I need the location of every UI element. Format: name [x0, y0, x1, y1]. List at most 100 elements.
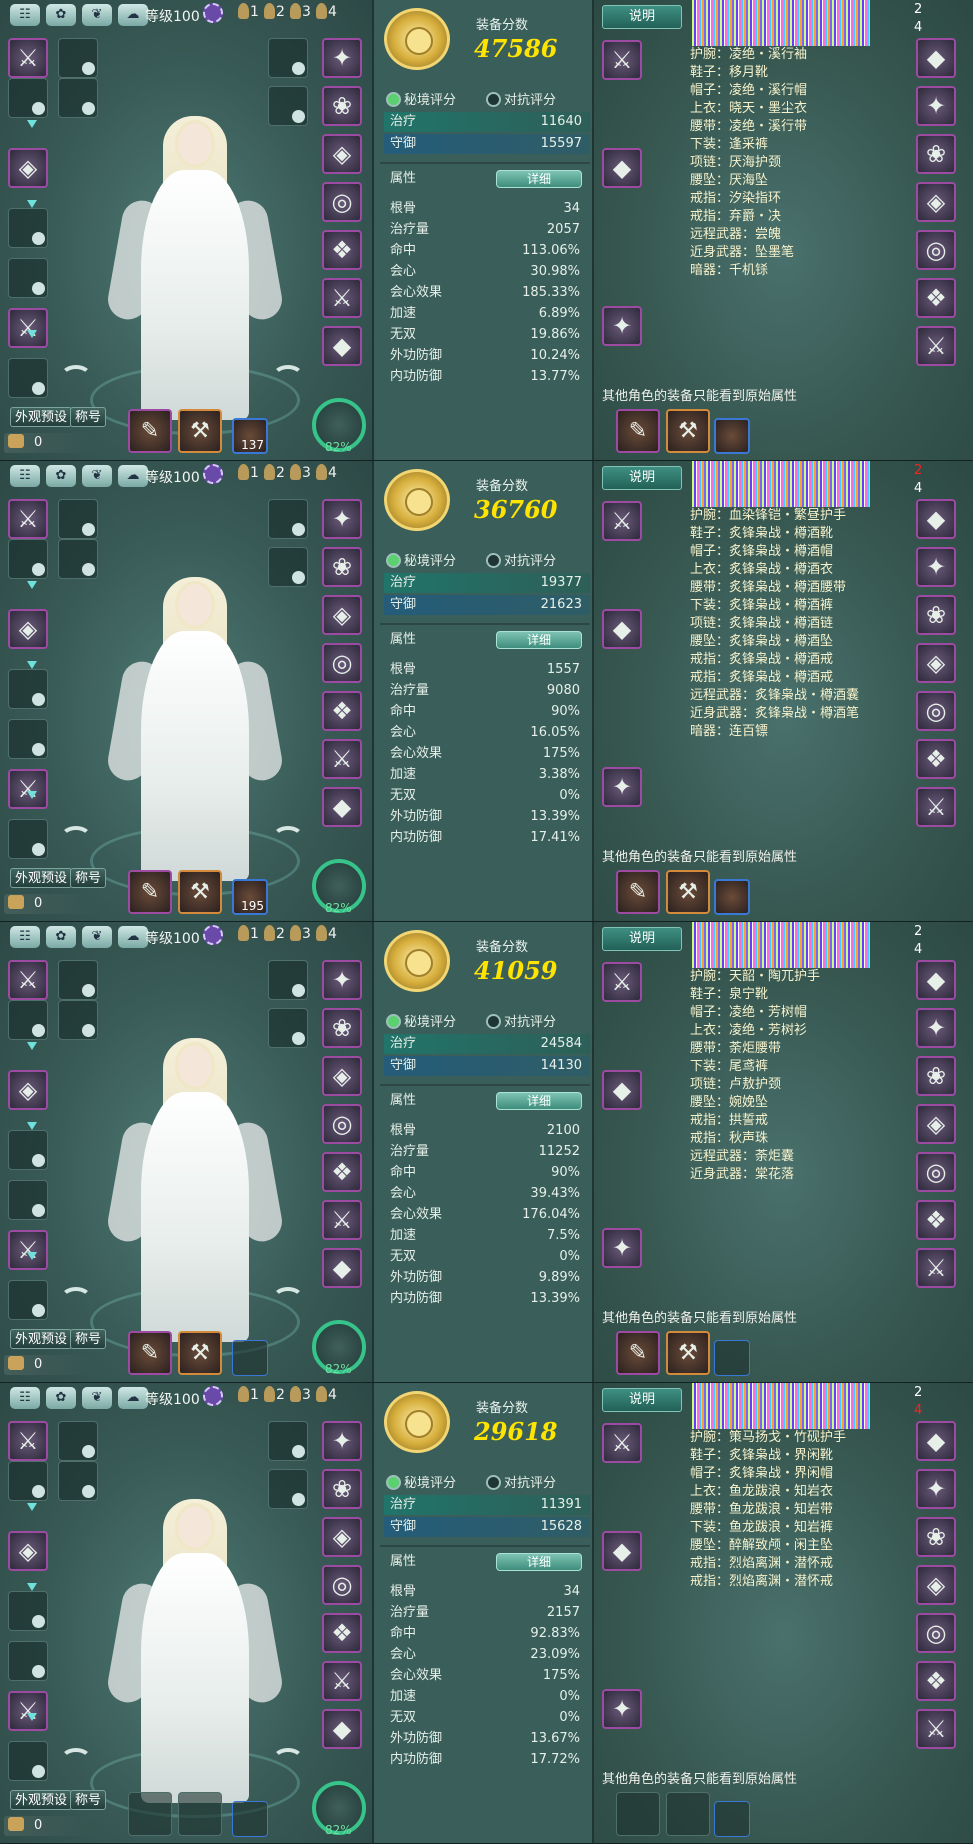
gear-slot[interactable]: ✦ [602, 1228, 642, 1268]
player-3-tab[interactable]: 3 [290, 464, 314, 488]
detail-button[interactable]: 详细 [496, 631, 582, 649]
gear-slot[interactable]: ✦ [916, 1008, 956, 1048]
radio-selected[interactable] [386, 1475, 401, 1490]
gear-slot[interactable]: ⚔ [322, 739, 362, 779]
radio-selected[interactable] [386, 1014, 401, 1029]
leaf-icon[interactable]: ✿ [46, 926, 76, 948]
gear-slot[interactable]: ❖ [322, 230, 362, 270]
player-2-tab[interactable]: 2 [264, 925, 288, 949]
weapon-slot[interactable]: ⚒ [666, 409, 710, 453]
gear-slot[interactable]: ✦ [322, 38, 362, 78]
rotate-right-icon[interactable] [272, 1287, 304, 1311]
gear-slot[interactable]: ❖ [916, 1661, 956, 1701]
gear-slot[interactable]: ❖ [916, 1200, 956, 1240]
weapon-slot[interactable]: ✎ [128, 1331, 172, 1375]
weapon-slot[interactable] [714, 1340, 750, 1376]
rotate-right-icon[interactable] [272, 1748, 304, 1772]
explain-button[interactable]: 说明 [602, 5, 682, 29]
hidden-weapon-slot[interactable]: 137 [232, 418, 268, 454]
player-4-tab[interactable]: 4 [316, 3, 340, 27]
detail-button[interactable]: 详细 [496, 1092, 582, 1110]
tab-secret-score[interactable]: 秘境评分 [386, 1011, 456, 1030]
weapon-slot[interactable] [616, 1792, 660, 1836]
empty-slot[interactable] [8, 1130, 48, 1170]
weapon-slot[interactable] [128, 1792, 172, 1836]
gear-slot[interactable]: ⚔ [602, 501, 642, 541]
gear-slot[interactable]: ◆ [916, 499, 956, 539]
radio-selected[interactable] [386, 553, 401, 568]
radio-unselected[interactable] [486, 92, 501, 107]
gear-slot[interactable]: ◆ [322, 326, 362, 366]
gear-slot[interactable]: ◈ [916, 1565, 956, 1605]
rotate-right-icon[interactable] [272, 365, 304, 389]
gear-slot[interactable]: ⚔ [8, 499, 48, 539]
empty-slot[interactable] [268, 1421, 308, 1461]
flower-icon[interactable]: ❦ [82, 926, 112, 948]
empty-slot[interactable] [8, 719, 48, 759]
tab-secret-score[interactable]: 秘境评分 [386, 89, 456, 108]
rotate-left-icon[interactable] [60, 1748, 92, 1772]
empty-slot[interactable] [58, 78, 98, 118]
player-4-tab[interactable]: 4 [316, 464, 340, 488]
title-button[interactable]: 称号 [70, 407, 107, 427]
tab-versus-score[interactable]: 对抗评分 [486, 1472, 556, 1491]
gear-slot[interactable]: ◈ [322, 134, 362, 174]
flower-icon[interactable]: ❦ [82, 4, 112, 26]
explain-button[interactable]: 说明 [602, 927, 682, 951]
detail-button[interactable]: 详细 [496, 170, 582, 188]
gear-slot[interactable]: ◆ [916, 960, 956, 1000]
gear-slot[interactable]: ⚔ [8, 38, 48, 78]
gear-slot[interactable]: ◆ [322, 1248, 362, 1288]
player-3-tab[interactable]: 3 [290, 3, 314, 27]
gear-slot[interactable]: ◎ [916, 1152, 956, 1192]
gear-slot[interactable]: ⚔ [322, 1661, 362, 1701]
gear-slot[interactable]: ◈ [8, 1070, 48, 1110]
gear-slot[interactable]: ❖ [916, 278, 956, 318]
weapon-slot[interactable]: ✎ [616, 870, 660, 914]
gear-slot[interactable]: ◎ [916, 691, 956, 731]
gear-slot[interactable]: ◈ [8, 148, 48, 188]
gear-slot[interactable]: ✦ [322, 499, 362, 539]
gear-slot[interactable]: ◎ [322, 182, 362, 222]
gear-slot[interactable]: ❀ [322, 547, 362, 587]
empty-slot[interactable] [8, 258, 48, 298]
radio-unselected[interactable] [486, 553, 501, 568]
gear-slot[interactable]: ◆ [322, 1709, 362, 1749]
empty-slot[interactable] [268, 86, 308, 126]
empty-slot[interactable] [58, 539, 98, 579]
hidden-weapon-slot[interactable] [232, 1801, 268, 1837]
gear-slot[interactable]: ✦ [916, 547, 956, 587]
gear-slot[interactable]: ✦ [322, 1421, 362, 1461]
empty-slot[interactable] [8, 1180, 48, 1220]
weapon-slot[interactable]: ⚒ [178, 870, 222, 914]
gear-slot[interactable]: ✦ [322, 960, 362, 1000]
player-3-tab[interactable]: 3 [290, 1386, 314, 1410]
rotate-left-icon[interactable] [60, 826, 92, 850]
appearance-preset-button[interactable]: 外观预设 [10, 407, 73, 427]
player-3-tab[interactable]: 3 [290, 925, 314, 949]
weapon-slot[interactable]: ⚒ [666, 870, 710, 914]
leaf-icon[interactable]: ✿ [46, 465, 76, 487]
gear-slot[interactable]: ❀ [916, 1056, 956, 1096]
wardrobe-icon[interactable]: ☷ [10, 1387, 40, 1409]
wardrobe-icon[interactable]: ☷ [10, 465, 40, 487]
gear-slot[interactable]: ⚔ [916, 326, 956, 366]
gear-slot[interactable]: ◆ [602, 148, 642, 188]
player-2-tab[interactable]: 2 [264, 3, 288, 27]
gear-slot[interactable]: ❖ [916, 739, 956, 779]
empty-slot[interactable] [8, 539, 48, 579]
gear-slot[interactable]: ◎ [916, 230, 956, 270]
empty-slot[interactable] [8, 819, 48, 859]
empty-slot[interactable] [268, 547, 308, 587]
gear-slot[interactable]: ✦ [916, 86, 956, 126]
empty-slot[interactable] [8, 1000, 48, 1040]
cloud-icon[interactable]: ☁ [118, 1387, 148, 1409]
empty-slot[interactable] [8, 1741, 48, 1781]
empty-slot[interactable] [268, 1008, 308, 1048]
gear-slot[interactable]: ◆ [602, 1070, 642, 1110]
gear-slot[interactable]: ❖ [322, 691, 362, 731]
empty-slot[interactable] [58, 1461, 98, 1501]
empty-slot[interactable] [8, 1461, 48, 1501]
empty-slot[interactable] [8, 208, 48, 248]
weapon-slot[interactable] [714, 1801, 750, 1837]
